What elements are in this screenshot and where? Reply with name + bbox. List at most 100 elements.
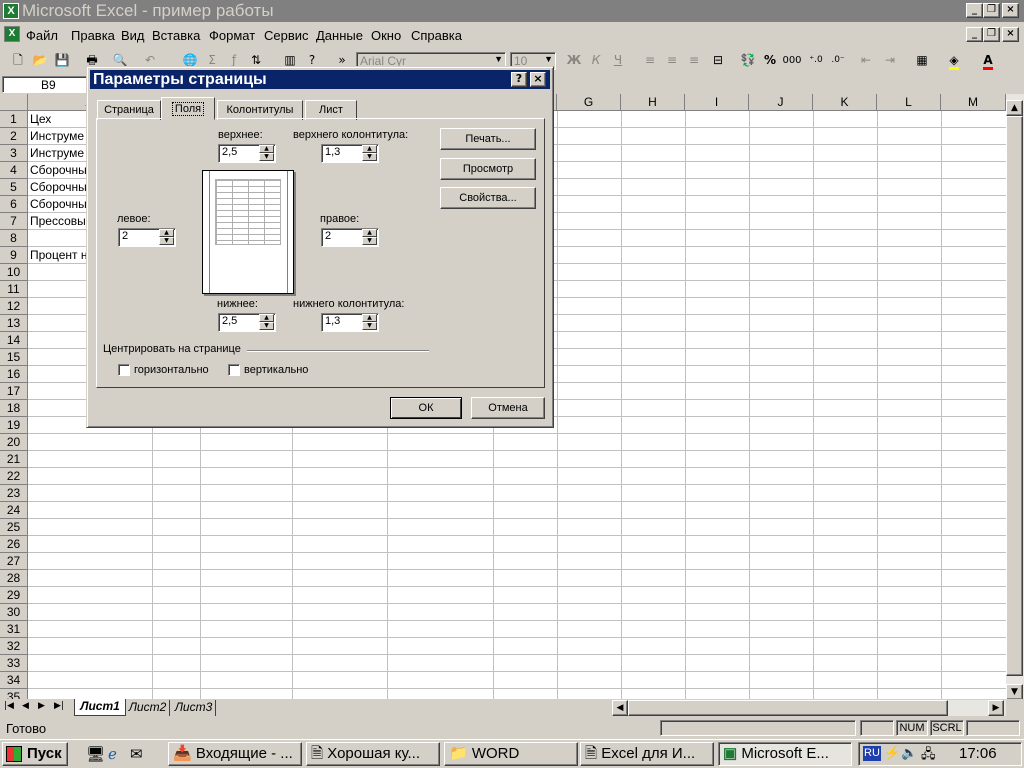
doc-close-button[interactable]: × [1002, 27, 1019, 42]
row-header[interactable]: 15 [0, 349, 28, 366]
spin-up-icon[interactable]: ▲ [259, 145, 274, 153]
column-header-l[interactable]: L [877, 94, 941, 111]
print-preview-button[interactable]: Просмотр [440, 158, 536, 180]
properties-button[interactable]: Свойства... [440, 187, 536, 209]
row-header[interactable]: 1 [0, 111, 28, 128]
header-margin-spinner[interactable]: 1,3 ▲ ▼ [321, 144, 379, 163]
task-word-folder[interactable]: 📁 WORD [444, 742, 578, 766]
row-header[interactable]: 8 [0, 230, 28, 247]
left-margin-spinner[interactable]: 2 ▲ ▼ [118, 228, 176, 247]
close-button[interactable]: × [1002, 3, 1019, 18]
tab-page[interactable]: Страница [97, 100, 161, 120]
cell-a6[interactable]: Сборочны [30, 197, 87, 211]
print-button[interactable]: Печать... [440, 128, 536, 150]
center-horizontally-checkbox[interactable] [118, 364, 130, 376]
spin-down-icon[interactable]: ▼ [259, 322, 274, 330]
restore-button[interactable]: ❐ [983, 3, 1000, 18]
row-header[interactable]: 17 [0, 383, 28, 400]
menu-insert[interactable]: Вставка [152, 28, 200, 43]
menu-format[interactable]: Формат [209, 28, 255, 43]
prev-sheet-icon[interactable]: ◀ [22, 701, 29, 711]
decrease-decimal-icon[interactable]: .0⁻ [828, 51, 848, 70]
spin-down-icon[interactable]: ▼ [362, 153, 377, 161]
menu-edit[interactable]: Правка [71, 28, 115, 43]
align-right-icon[interactable]: ≡ [684, 51, 704, 70]
row-header[interactable]: 29 [0, 587, 28, 604]
scroll-right-icon[interactable]: ▶ [988, 700, 1004, 716]
scroll-left-icon[interactable]: ◀ [612, 700, 628, 716]
row-header[interactable]: 14 [0, 332, 28, 349]
menu-tools[interactable]: Сервис [264, 28, 309, 43]
task-excel-guide[interactable]: 🗎 Excel для И... [580, 742, 714, 766]
row-header[interactable]: 23 [0, 485, 28, 502]
increase-decimal-icon[interactable]: ⁺.0 [806, 51, 826, 70]
underline-icon[interactable]: Ч [608, 51, 628, 70]
spin-up-icon[interactable]: ▲ [259, 314, 274, 322]
row-header[interactable]: 10 [0, 264, 28, 281]
align-left-icon[interactable]: ≡ [640, 51, 660, 70]
align-center-icon[interactable]: ≡ [662, 51, 682, 70]
row-header[interactable]: 34 [0, 672, 28, 689]
spin-up-icon[interactable]: ▲ [362, 314, 377, 322]
task-inbox[interactable]: 📥 Входящие - ... [168, 742, 302, 766]
row-header[interactable]: 26 [0, 536, 28, 553]
dialog-help-button[interactable]: ? [511, 72, 527, 87]
spin-up-icon[interactable]: ▲ [362, 145, 377, 153]
percent-icon[interactable]: % [760, 51, 780, 70]
row-header[interactable]: 30 [0, 604, 28, 621]
scroll-down-icon[interactable]: ▼ [1006, 684, 1023, 700]
decrease-indent-icon[interactable]: ⇤ [856, 51, 876, 70]
row-header[interactable]: 11 [0, 281, 28, 298]
cell-a2[interactable]: Инструме [30, 129, 84, 143]
start-button[interactable]: Пуск [2, 742, 68, 766]
doc-restore-button[interactable]: ❐ [983, 27, 1000, 42]
name-box[interactable]: B9 [2, 76, 94, 93]
sheet-tab-3[interactable]: Лист3 [172, 700, 216, 716]
next-sheet-icon[interactable]: ▶ [38, 701, 45, 711]
row-header[interactable]: 19 [0, 417, 28, 434]
footer-margin-spinner[interactable]: 1,3 ▲ ▼ [321, 313, 379, 332]
row-header[interactable]: 7 [0, 213, 28, 230]
spin-down-icon[interactable]: ▼ [362, 237, 377, 245]
fill-color-icon[interactable]: ◈ [944, 51, 964, 70]
new-icon[interactable]: 🗋 [8, 51, 28, 70]
merge-center-icon[interactable]: ⊟ [708, 51, 728, 70]
row-header[interactable]: 4 [0, 162, 28, 179]
cell-a5[interactable]: Сборочны [30, 180, 87, 194]
horizontal-scrollbar[interactable]: ◀ ▶ [612, 700, 1006, 716]
tab-headers-footers[interactable]: Колонтитулы [217, 100, 303, 120]
cell-a3[interactable]: Инструме [30, 146, 84, 160]
cell-a9[interactable]: Процент н [30, 248, 87, 262]
scroll-thumb[interactable] [1006, 116, 1023, 676]
right-margin-spinner[interactable]: 2 ▲ ▼ [321, 228, 379, 247]
excel-app-icon[interactable]: X [3, 3, 19, 19]
task-word-doc[interactable]: 🗎 Хорошая ку... [306, 742, 440, 766]
save-icon[interactable]: 💾 [52, 51, 72, 70]
thousands-icon[interactable]: 000 [782, 51, 802, 70]
cell-a7[interactable]: Прессовы [30, 214, 86, 228]
column-header-j[interactable]: J [749, 94, 813, 111]
ie-icon[interactable]: ℯ [108, 745, 117, 763]
increase-indent-icon[interactable]: ⇥ [880, 51, 900, 70]
sheet-tab-2[interactable]: Лист2 [126, 700, 170, 716]
bold-icon[interactable]: Ж [564, 51, 584, 70]
tab-margins[interactable]: Поля [161, 97, 215, 120]
borders-icon[interactable]: ▦ [912, 51, 932, 70]
row-header[interactable]: 27 [0, 553, 28, 570]
desktop-icon[interactable]: 🖥 [86, 745, 105, 763]
outlook-express-icon[interactable]: ✉ [130, 745, 143, 763]
tab-sheet[interactable]: Лист [305, 100, 357, 120]
scroll-up-icon[interactable]: ▲ [1006, 100, 1023, 116]
workbook-icon[interactable]: X [4, 26, 20, 42]
menu-view[interactable]: Вид [121, 28, 145, 43]
open-icon[interactable]: 📂 [30, 51, 50, 70]
network-icon[interactable]: 🖧 [921, 745, 936, 767]
cell-a4[interactable]: Сборочны [30, 163, 87, 177]
row-header[interactable]: 32 [0, 638, 28, 655]
menu-data[interactable]: Данные [316, 28, 363, 43]
vertical-scrollbar[interactable]: ▲ ▼ [1006, 94, 1024, 700]
spin-up-icon[interactable]: ▲ [362, 229, 377, 237]
row-header[interactable]: 20 [0, 434, 28, 451]
column-header-h[interactable]: H [621, 94, 685, 111]
row-header[interactable]: 25 [0, 519, 28, 536]
